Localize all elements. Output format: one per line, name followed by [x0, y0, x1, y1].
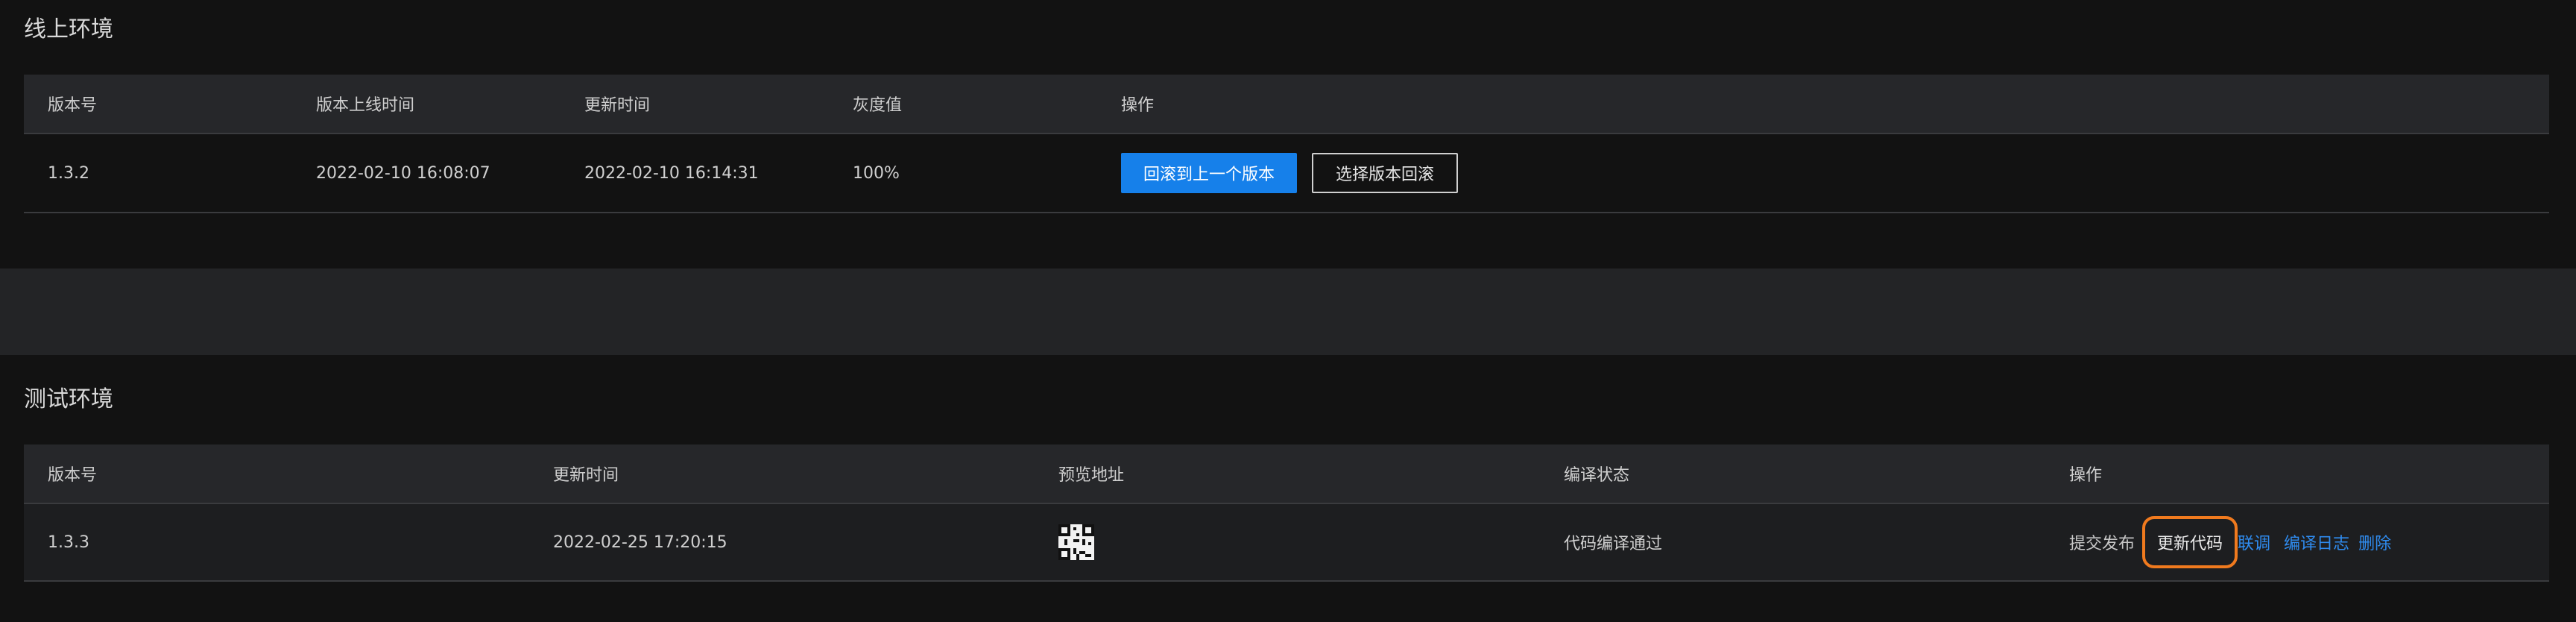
update-code-link[interactable]: 更新代码 [2142, 516, 2238, 568]
online-section-title: 线上环境 [24, 16, 113, 43]
header-ops: 操作 [1121, 96, 1155, 115]
header-update-time: 更新时间 [553, 466, 619, 485]
test-table: 版本号 更新时间 预览地址 编译状态 操作 1.3.3 2022-02-25 1… [24, 444, 2549, 582]
section-divider [0, 268, 2576, 355]
build-status-cell: 代码编译通过 [1564, 535, 1663, 553]
header-ops: 操作 [2069, 466, 2103, 485]
online-table-header: 版本号 版本上线时间 更新时间 灰度值 操作 [24, 75, 2549, 134]
debug-link[interactable]: 联调 [2238, 530, 2270, 554]
rollback-select-button[interactable]: 选择版本回滚 [1312, 153, 1459, 193]
test-table-header: 版本号 更新时间 预览地址 编译状态 操作 [24, 444, 2549, 504]
version-cell: 1.3.3 [48, 533, 89, 552]
header-online-time: 版本上线时间 [316, 96, 415, 115]
ops-cell: 提交发布 更新代码 联调 编译日志 删除 [2069, 504, 2391, 580]
build-log-link[interactable]: 编译日志 [2284, 530, 2349, 554]
gray-cell: 100% [853, 163, 900, 183]
header-version: 版本号 [48, 96, 98, 115]
update-time-cell: 2022-02-25 17:20:15 [553, 533, 727, 552]
ops-cell: 回滚到上一个版本 选择版本回滚 [1121, 134, 1459, 212]
table-row: 1.3.2 2022-02-10 16:08:07 2022-02-10 16:… [24, 134, 2549, 213]
version-cell: 1.3.2 [48, 163, 89, 183]
header-version: 版本号 [48, 466, 98, 485]
update-time-cell: 2022-02-10 16:14:31 [584, 163, 759, 183]
rollback-prev-button[interactable]: 回滚到上一个版本 [1121, 153, 1298, 193]
preview-cell [1058, 504, 1094, 580]
header-preview: 预览地址 [1058, 466, 1125, 485]
delete-link[interactable]: 删除 [2358, 530, 2391, 554]
header-gray: 灰度值 [853, 96, 903, 115]
table-row: 1.3.3 2022-02-25 17:20:15 代码编译通过 提交发布 更新… [24, 504, 2549, 582]
qr-code-icon[interactable] [1058, 524, 1094, 560]
online-table: 版本号 版本上线时间 更新时间 灰度值 操作 1.3.2 2022-02-10 … [24, 75, 2549, 213]
header-update-time: 更新时间 [584, 96, 651, 115]
submit-release-link[interactable]: 提交发布 [2069, 530, 2135, 554]
header-build-status: 编译状态 [1564, 466, 1630, 485]
deploy-page: 线上环境 版本号 版本上线时间 更新时间 灰度值 操作 1.3.2 2022-0… [0, 0, 2576, 622]
online-time-cell: 2022-02-10 16:08:07 [316, 163, 490, 183]
test-section-title: 测试环境 [24, 386, 113, 412]
